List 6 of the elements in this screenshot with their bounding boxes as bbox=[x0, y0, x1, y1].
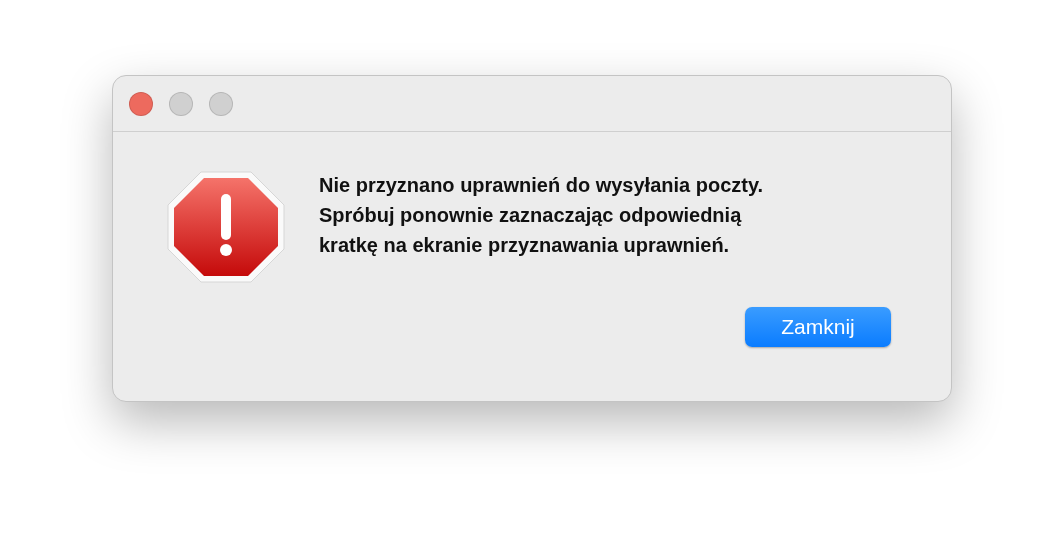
alert-message: Nie przyznano uprawnień do wysyłania poczty. Spróbuj ponownie zaznaczając odpowiednią kratkę na ekranie przyznawania uprawnień. bbox=[319, 173, 765, 258]
close-button[interactable] bbox=[129, 91, 153, 116]
minimize-button[interactable] bbox=[169, 91, 193, 116]
stop-alert-icon bbox=[166, 170, 286, 284]
close-button[interactable]: Zamknij bbox=[745, 307, 891, 347]
zoom-button[interactable] bbox=[209, 91, 233, 116]
